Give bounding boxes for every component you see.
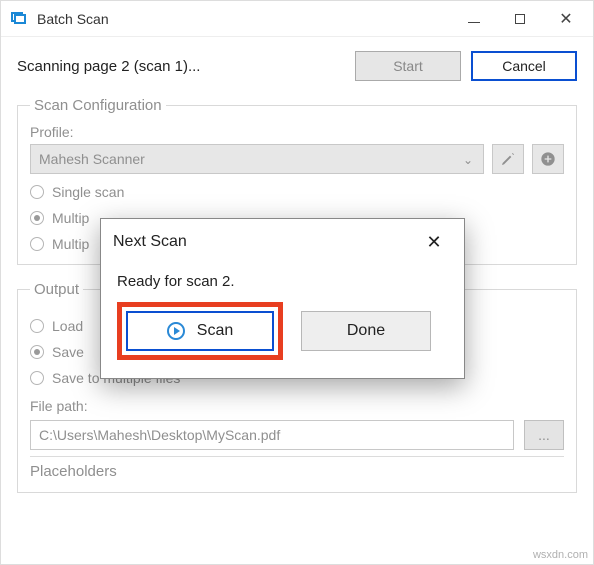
radio-save-single-label: Save xyxy=(52,344,84,360)
plus-circle-icon xyxy=(540,151,556,167)
dialog-close-button[interactable]: ✕ xyxy=(416,224,452,260)
edit-profile-button[interactable] xyxy=(492,144,524,174)
profile-value: Mahesh Scanner xyxy=(39,151,145,167)
filepath-label: File path: xyxy=(30,398,564,414)
radio-icon xyxy=(30,345,44,359)
filepath-value: C:\Users\Mahesh\Desktop\MyScan.pdf xyxy=(39,427,280,443)
scan-configuration-legend: Scan Configuration xyxy=(30,97,166,114)
next-scan-dialog: Next Scan ✕ Ready for scan 2. Scan Done xyxy=(100,218,465,379)
title-bar: Batch Scan ✕ xyxy=(1,1,593,37)
scan-button-highlight: Scan xyxy=(117,302,283,360)
radio-load-label: Load xyxy=(52,318,83,334)
placeholders-link[interactable]: Placeholders xyxy=(30,456,564,480)
profile-combo[interactable]: Mahesh Scanner ⌄ xyxy=(30,144,484,174)
profile-label: Profile: xyxy=(30,124,564,140)
radio-icon xyxy=(30,185,44,199)
chevron-down-icon: ⌄ xyxy=(463,153,473,167)
play-circle-icon xyxy=(167,322,185,340)
status-text: Scanning page 2 (scan 1)... xyxy=(17,58,345,75)
radio-single-scan[interactable]: Single scan xyxy=(30,184,564,200)
radio-icon xyxy=(30,371,44,385)
radio-multi2-label: Multip xyxy=(52,236,89,252)
radio-icon xyxy=(30,211,44,225)
radio-icon xyxy=(30,319,44,333)
radio-icon xyxy=(30,237,44,251)
app-icon xyxy=(11,10,29,28)
start-button[interactable]: Start xyxy=(355,51,461,81)
minimize-button[interactable] xyxy=(451,1,497,37)
maximize-button[interactable] xyxy=(497,1,543,37)
dialog-body: Ready for scan 2. Scan Done xyxy=(101,265,464,378)
output-legend: Output xyxy=(30,281,83,298)
done-button[interactable]: Done xyxy=(301,311,431,351)
filepath-input[interactable]: C:\Users\Mahesh\Desktop\MyScan.pdf xyxy=(30,420,514,450)
dialog-message: Ready for scan 2. xyxy=(117,273,448,290)
window-title: Batch Scan xyxy=(37,11,109,27)
dialog-titlebar: Next Scan ✕ xyxy=(101,219,464,265)
watermark: wsxdn.com xyxy=(533,549,588,561)
pencil-icon xyxy=(500,151,516,167)
cancel-button[interactable]: Cancel xyxy=(471,51,577,81)
scan-button-label: Scan xyxy=(197,322,233,340)
scan-button[interactable]: Scan xyxy=(126,311,274,351)
add-profile-button[interactable] xyxy=(532,144,564,174)
close-button[interactable]: ✕ xyxy=(543,1,589,37)
dialog-title: Next Scan xyxy=(113,233,187,251)
status-row: Scanning page 2 (scan 1)... Start Cancel xyxy=(17,51,577,81)
radio-multi1-label: Multip xyxy=(52,210,89,226)
browse-button[interactable]: ... xyxy=(524,420,564,450)
radio-single-label: Single scan xyxy=(52,184,124,200)
